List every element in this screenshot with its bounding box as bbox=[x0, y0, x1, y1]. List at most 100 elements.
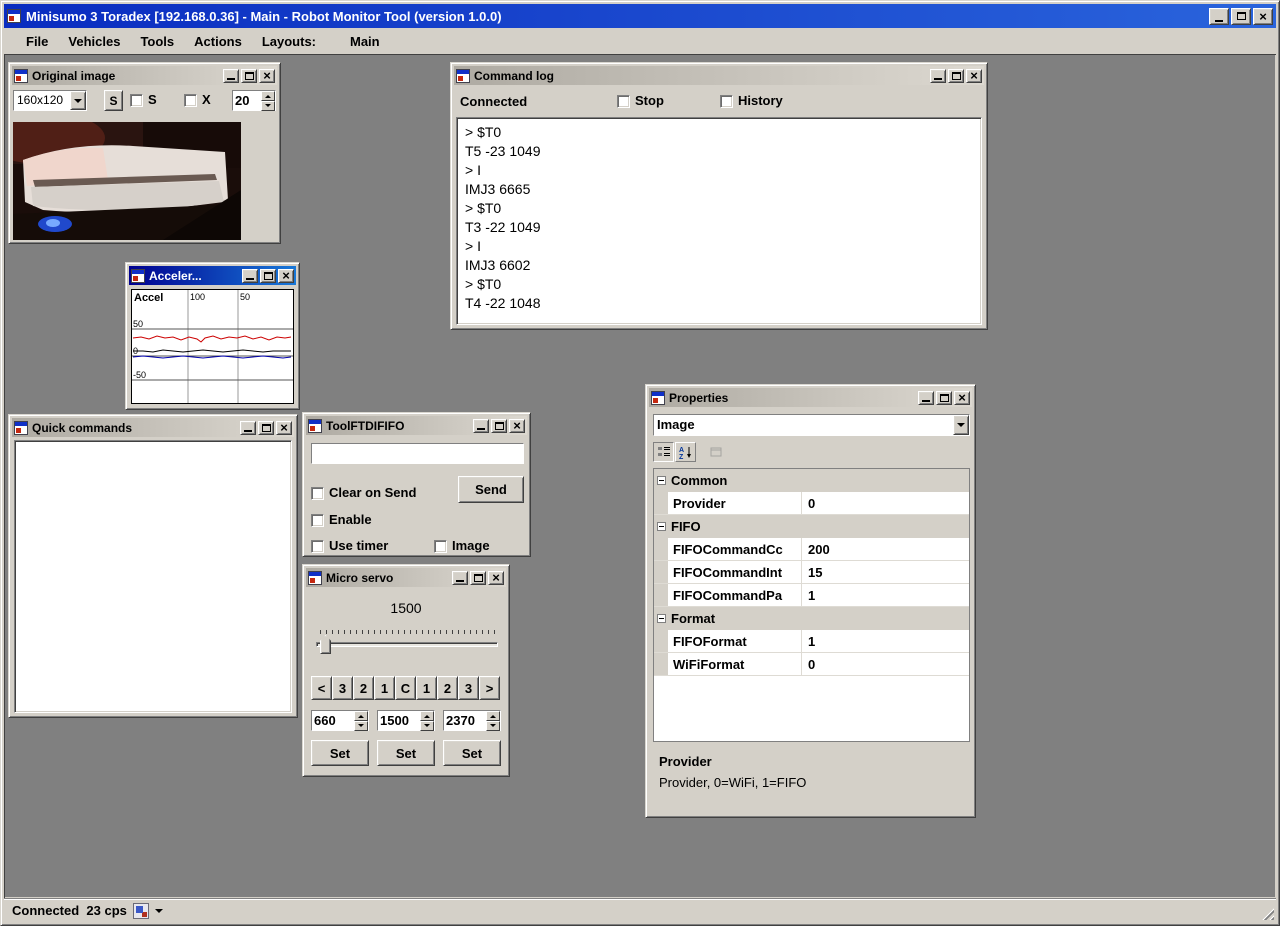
minimize-button[interactable] bbox=[930, 69, 946, 83]
minimize-button[interactable] bbox=[1209, 8, 1229, 25]
minimize-button[interactable] bbox=[452, 571, 468, 585]
original-image-titlebar[interactable]: Original image × bbox=[12, 66, 277, 85]
property-name[interactable]: FIFOCommandInt bbox=[668, 561, 802, 583]
maximize-button[interactable] bbox=[491, 419, 507, 433]
servo-plus2-button[interactable]: 2 bbox=[437, 676, 458, 700]
minimize-button[interactable] bbox=[240, 421, 256, 435]
set-mid-button[interactable]: Set bbox=[377, 740, 435, 766]
servo-right-button[interactable]: > bbox=[479, 676, 500, 700]
close-button[interactable]: × bbox=[278, 269, 294, 283]
object-selector[interactable]: Image bbox=[653, 414, 970, 436]
property-row-fifocommandpa[interactable]: FIFOCommandPa 1 bbox=[654, 584, 969, 607]
servo-minus1-button[interactable]: 1 bbox=[374, 676, 395, 700]
menu-actions[interactable]: Actions bbox=[184, 31, 252, 52]
app-icon[interactable] bbox=[7, 9, 21, 23]
property-row-provider[interactable]: Provider 0 bbox=[654, 492, 969, 515]
servo-minus3-button[interactable]: 3 bbox=[332, 676, 353, 700]
spin-down-button[interactable] bbox=[261, 101, 275, 111]
set-max-button[interactable]: Set bbox=[443, 740, 501, 766]
property-value[interactable]: 0 bbox=[802, 496, 969, 511]
interval-input[interactable] bbox=[233, 91, 261, 110]
property-name[interactable]: WiFiFormat bbox=[668, 653, 802, 675]
property-name[interactable]: FIFOCommandPa bbox=[668, 584, 802, 606]
maximize-button[interactable] bbox=[258, 421, 274, 435]
maximize-button[interactable] bbox=[936, 391, 952, 405]
category-row-common[interactable]: Common bbox=[654, 469, 969, 492]
maximize-button[interactable] bbox=[260, 269, 276, 283]
close-button[interactable]: × bbox=[966, 69, 982, 83]
close-button[interactable]: × bbox=[488, 571, 504, 585]
spin-up-button[interactable] bbox=[354, 711, 368, 721]
command-log-titlebar[interactable]: Command log × bbox=[454, 66, 984, 85]
property-name[interactable]: FIFOFormat bbox=[668, 630, 802, 652]
resolution-select[interactable]: 160x120 bbox=[13, 90, 87, 111]
minimize-button[interactable] bbox=[242, 269, 258, 283]
snapshot-button[interactable]: S bbox=[104, 90, 123, 111]
close-button[interactable]: × bbox=[276, 421, 292, 435]
property-row-fifocommandcount[interactable]: FIFOCommandCc 200 bbox=[654, 538, 969, 561]
status-dropdown-icon[interactable] bbox=[155, 909, 163, 917]
menu-vehicles[interactable]: Vehicles bbox=[58, 31, 130, 52]
minimize-button[interactable] bbox=[473, 419, 489, 433]
image-checkbox[interactable] bbox=[434, 540, 447, 553]
property-value[interactable]: 15 bbox=[802, 565, 969, 580]
main-titlebar[interactable]: Minisumo 3 Toradex [192.168.0.36] - Main… bbox=[4, 4, 1276, 28]
micro-servo-titlebar[interactable]: Micro servo × bbox=[306, 568, 506, 587]
menu-tools[interactable]: Tools bbox=[130, 31, 184, 52]
spin-up-button[interactable] bbox=[486, 711, 500, 721]
interval-stepper[interactable] bbox=[232, 90, 276, 111]
close-button[interactable]: × bbox=[509, 419, 525, 433]
set-min-button[interactable]: Set bbox=[311, 740, 369, 766]
maximize-button[interactable] bbox=[948, 69, 964, 83]
servo-max-input[interactable] bbox=[444, 711, 486, 730]
quick-commands-list[interactable] bbox=[14, 440, 292, 713]
maximize-button[interactable] bbox=[241, 69, 257, 83]
minimize-button[interactable] bbox=[223, 69, 239, 83]
close-button[interactable]: × bbox=[1253, 8, 1273, 25]
menu-layouts[interactable]: Layouts: bbox=[252, 31, 326, 52]
close-button[interactable]: × bbox=[259, 69, 275, 83]
resize-grip[interactable] bbox=[1261, 907, 1274, 920]
servo-center-button[interactable]: C bbox=[395, 676, 416, 700]
servo-plus3-button[interactable]: 3 bbox=[458, 676, 479, 700]
servo-max-stepper[interactable] bbox=[443, 710, 501, 731]
properties-titlebar[interactable]: Properties × bbox=[649, 388, 972, 407]
spin-up-button[interactable] bbox=[261, 91, 275, 101]
property-value[interactable]: 0 bbox=[802, 657, 969, 672]
property-row-fifocommandint[interactable]: FIFOCommandInt 15 bbox=[654, 561, 969, 584]
maximize-button[interactable] bbox=[470, 571, 486, 585]
category-row-fifo[interactable]: FIFO bbox=[654, 515, 969, 538]
property-value[interactable]: 1 bbox=[802, 634, 969, 649]
toolftdififo-titlebar[interactable]: ToolFTDIFIFO × bbox=[306, 416, 527, 435]
spin-up-button[interactable] bbox=[420, 711, 434, 721]
servo-slider-track[interactable] bbox=[316, 642, 498, 647]
maximize-button[interactable] bbox=[1231, 8, 1251, 25]
x-checkbox[interactable] bbox=[184, 94, 197, 107]
categorized-view-button[interactable] bbox=[653, 442, 674, 462]
property-row-wififormat[interactable]: WiFiFormat 0 bbox=[654, 653, 969, 676]
dropdown-button[interactable] bbox=[953, 415, 969, 435]
servo-left-button[interactable]: < bbox=[311, 676, 332, 700]
s-checkbox[interactable] bbox=[130, 94, 143, 107]
servo-minus2-button[interactable]: 2 bbox=[353, 676, 374, 700]
collapse-icon[interactable] bbox=[657, 522, 666, 531]
spin-down-button[interactable] bbox=[486, 721, 500, 731]
history-checkbox[interactable] bbox=[720, 95, 733, 108]
resolution-value[interactable]: 160x120 bbox=[14, 91, 70, 110]
quick-commands-titlebar[interactable]: Quick commands × bbox=[12, 418, 294, 437]
use-timer-checkbox[interactable] bbox=[311, 540, 324, 553]
collapse-icon[interactable] bbox=[657, 476, 666, 485]
property-name[interactable]: Provider bbox=[668, 492, 802, 514]
status-image-icon[interactable] bbox=[133, 903, 149, 919]
servo-plus1-button[interactable]: 1 bbox=[416, 676, 437, 700]
category-row-format[interactable]: Format bbox=[654, 607, 969, 630]
servo-slider-thumb[interactable] bbox=[320, 635, 331, 654]
accelerometer-titlebar[interactable]: Acceler... × bbox=[129, 266, 296, 285]
object-selector-value[interactable]: Image bbox=[654, 415, 953, 435]
menu-layout-main[interactable]: Main bbox=[340, 31, 390, 52]
alphabetical-view-button[interactable]: A Z bbox=[675, 442, 696, 462]
command-input[interactable] bbox=[312, 444, 523, 463]
property-name[interactable]: FIFOCommandCc bbox=[668, 538, 802, 560]
servo-mid-stepper[interactable] bbox=[377, 710, 435, 731]
command-log-output[interactable]: > $T0 T5 -23 1049 > I IMJ3 6665 > $T0 T3… bbox=[456, 117, 982, 325]
